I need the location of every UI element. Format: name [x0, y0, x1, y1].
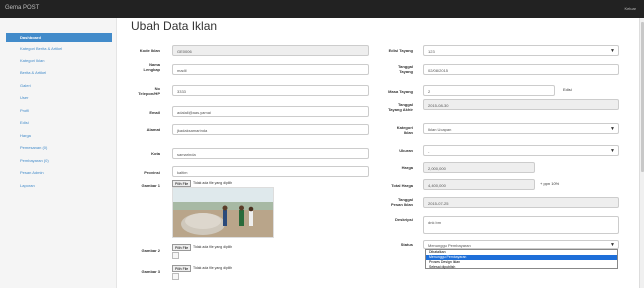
logout-link[interactable]: Keluar	[624, 6, 636, 11]
total-harga-label: Total Harga	[391, 183, 413, 188]
deskripsi-label: Deskripsi	[394, 217, 413, 222]
gambar1-file-button[interactable]: Pilih File	[172, 180, 192, 187]
photo-illustration	[173, 188, 273, 237]
status-option-selesai[interactable]: Selesai dipublish	[426, 265, 617, 270]
total-harga-field: 4,400,000	[423, 179, 535, 190]
nama-field[interactable]: madil	[172, 64, 369, 75]
edisi-select[interactable]: 123 ▼	[423, 45, 619, 56]
gambar3-label: Gambar 3	[141, 269, 160, 274]
edisi-chevron-down-icon: ▼	[610, 48, 615, 54]
kota-field[interactable]: samarinda	[172, 148, 369, 159]
gambar2-broken-image-icon	[172, 252, 179, 259]
masa-tayang-label: Masa Tayang	[388, 89, 413, 94]
sidebar-item-dashboard[interactable]: Dashboard	[6, 33, 112, 42]
gambar1-file-status: Tidak ada file yang dipilih	[193, 181, 233, 185]
tanggal-tayang-field[interactable]: 02/08/2015	[423, 64, 619, 75]
gambar2-label: Gambar 2	[141, 248, 160, 253]
tanggal-akhir-field: 2015-08-30	[423, 99, 619, 110]
status-chevron-down-icon: ▼	[610, 242, 615, 248]
email-label: Email	[149, 110, 160, 115]
gambar2-file-button[interactable]: Pilih File	[172, 244, 192, 251]
sidebar-item-user[interactable]: User	[6, 93, 112, 102]
alamat-label: Alamat	[146, 127, 160, 132]
top-navbar: Gema POST Keluar	[0, 0, 644, 18]
tanggal-pesan-label: Tanggal Pesan Iklan	[390, 197, 413, 207]
kategori-select[interactable]: Iklan Ucapan ▼	[423, 123, 619, 134]
harga-field: 2,000,000	[423, 162, 535, 173]
kode-field: GE0006	[172, 45, 369, 56]
masa-tayang-field[interactable]: 2	[423, 85, 555, 96]
status-dropdown-list: Dibatalkan Menunggu Pembayaran Proses De…	[425, 249, 618, 269]
ppn-note: + ppn 10%	[540, 181, 560, 186]
telp-field[interactable]: 3333	[172, 85, 369, 96]
tanggal-pesan-field: 2015-07-25	[423, 197, 619, 208]
sidebar-item-kategori-iklan[interactable]: Kategori Iklan	[6, 56, 112, 65]
sidebar-item-pesan-admin[interactable]: Pesan Admin	[6, 168, 112, 177]
ukuran-label: Ukuran	[399, 148, 413, 153]
telp-label: No Telepon/HP	[138, 86, 160, 96]
kode-label: Kode Iklan	[139, 48, 160, 53]
status-label: Status	[400, 242, 413, 247]
masa-tayang-unit: Edisi	[563, 87, 572, 92]
gambar3-broken-image-icon	[172, 273, 179, 280]
sidebar-item-kategori-berita-artikel[interactable]: Kategori Berita & Artikel	[6, 44, 112, 53]
tanggal-akhir-label: Tanggal Tayang Akhir	[388, 102, 413, 112]
page-title: Ubah Data Iklan	[131, 19, 218, 33]
gambar2-file-status: Tidak ada file yang dipilih	[193, 245, 233, 249]
sidebar-item-pemesanan-0[interactable]: Pemesanan (0)	[6, 143, 112, 152]
sidebar-item-laporan[interactable]: Laporan	[6, 181, 112, 190]
sidebar-item-pembayaran-0[interactable]: Pembayaran (0)	[6, 156, 112, 165]
kota-label: Kota	[151, 151, 160, 156]
gambar3-file-button[interactable]: Pilih File	[172, 265, 192, 272]
edisi-label: Edisi Tayang	[388, 48, 413, 53]
ukuran-chevron-down-icon: ▼	[610, 148, 615, 154]
provinsi-label: Provinsi	[144, 170, 160, 175]
kategori-chevron-down-icon: ▼	[610, 126, 615, 132]
sidebar-item-harga[interactable]: Harga	[6, 131, 112, 140]
tanggal-tayang-label: Tanggal Tayang	[397, 64, 413, 74]
ukuran-select[interactable]: - ▼	[423, 145, 619, 156]
provinsi-field[interactable]: kaltim	[172, 166, 369, 177]
harga-label: Harga	[401, 165, 413, 170]
gambar1-preview-image	[172, 187, 274, 238]
nama-label: Nama Lengkap	[143, 62, 160, 72]
sidebar-item-berita-artikel[interactable]: Berita & Artikel	[6, 68, 112, 77]
brand-title[interactable]: Gema POST	[5, 5, 39, 11]
email-field[interactable]: adalali@aas.yamai	[172, 106, 369, 117]
sidebar-item-profil[interactable]: Profil	[6, 106, 112, 115]
gambar3-file-status: Tidak ada file yang dipilih	[193, 266, 233, 270]
sidebar-item-edisi[interactable]: Edisi	[6, 118, 112, 127]
page-scrollbar[interactable]	[639, 18, 644, 288]
gambar1-label: Gambar 1	[141, 183, 160, 188]
status-select[interactable]: Menunggu Pembayaran ▼	[423, 240, 619, 249]
alamat-field[interactable]: jkadaksamarinda	[172, 124, 369, 135]
sidebar-item-galeri[interactable]: Galeri	[6, 81, 112, 90]
deskripsi-textarea[interactable]: dnk bm	[423, 216, 619, 234]
kategori-label: Kategori Iklan	[396, 125, 413, 135]
